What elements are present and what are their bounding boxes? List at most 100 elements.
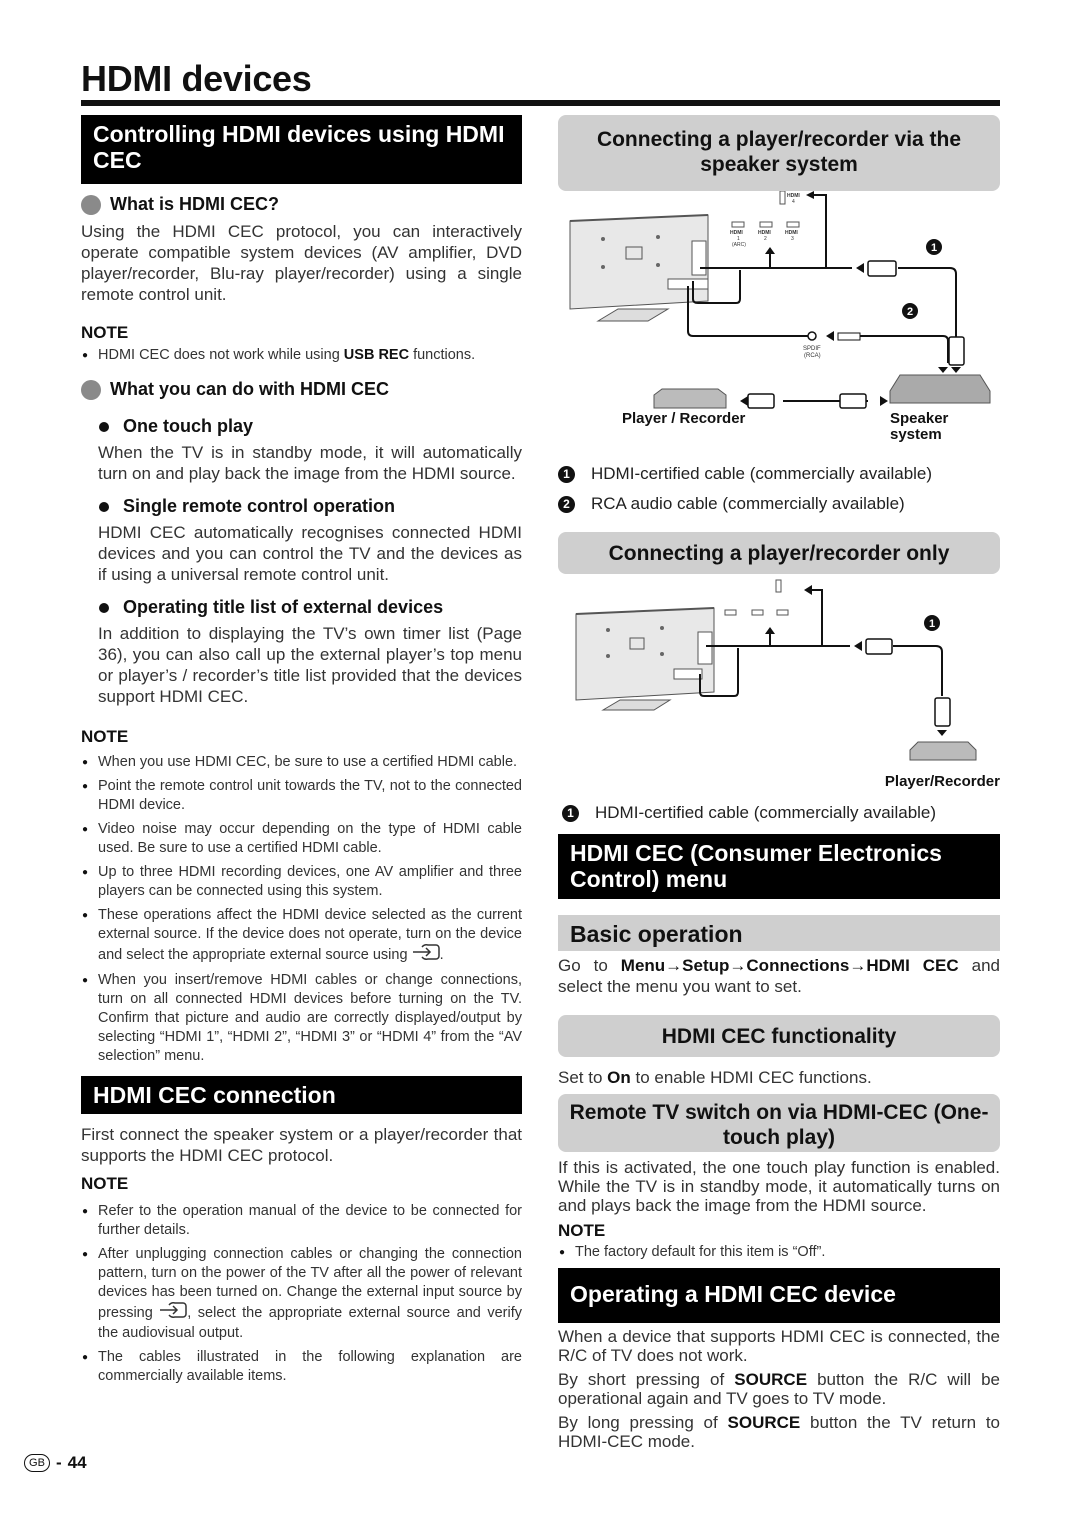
setting-value: On xyxy=(607,1068,631,1087)
callout-1-number: 1 xyxy=(931,242,937,254)
grey-dot-icon xyxy=(81,194,101,215)
note-item: Video noise may occur depending on the t… xyxy=(81,820,522,858)
feature-body: HDMI CEC automatically recognises connec… xyxy=(98,523,522,584)
speaker-diagram-svg: HDMI HDMI HDMI HDMI 1 2 3 4 (ARC) SPDIF … xyxy=(569,190,991,443)
subheading-what-is: What is HDMI CEC? xyxy=(81,194,522,215)
body-text: to enable HDMI CEC functions. xyxy=(630,1068,872,1087)
tv-back-illustration xyxy=(575,607,715,711)
page-number: 44 xyxy=(67,1453,87,1472)
note-item: When you insert/remove HDMI cables or ch… xyxy=(81,971,522,1066)
legend-number-badge: 1 xyxy=(558,465,575,483)
hdmi-ports: HDMI HDMI HDMI HDMI 1 2 3 4 (ARC) xyxy=(730,190,800,248)
hdmi-plug xyxy=(865,638,893,655)
note-block-3: NOTE Refer to the operation manual of th… xyxy=(81,1174,522,1386)
port-arc: (ARC) xyxy=(732,242,746,248)
speaker-legend: 1 HDMI-certified cable (commercially avai… xyxy=(558,464,1000,514)
menu-path: Menu→Setup→Connections→HDMI CEC xyxy=(620,956,959,975)
feature-one-touch: One touch play When the TV is in standby… xyxy=(81,416,522,484)
hdmi-plug xyxy=(747,393,775,409)
body-text: Set to xyxy=(558,1068,608,1087)
note-text: functions. xyxy=(409,347,476,363)
subheading-text: What you can do with HDMI CEC xyxy=(110,379,389,399)
source-button-ref: SOURCE xyxy=(727,1413,801,1432)
note-text: HDMI CEC does not work while using xyxy=(98,347,344,363)
remote-switch-body: If this is activated, the one touch play… xyxy=(558,1158,1000,1215)
player-only-diagram: 1 Player/Recorder xyxy=(558,574,1000,809)
title-rule xyxy=(81,100,1000,106)
legend-item: 1 HDMI-certified cable (commercially avai… xyxy=(558,464,1000,484)
bullet-icon xyxy=(99,421,109,432)
player-recorder-label: Player / Recorder xyxy=(622,410,746,427)
note-item: The factory default for this item is “Of… xyxy=(558,1243,1000,1262)
player-recorder-label: Player/Recorder xyxy=(885,773,1000,790)
note-block-2: NOTE When you use HDMI CEC, be sure to u… xyxy=(81,727,522,1066)
subheading-what-can: What you can do with HDMI CEC xyxy=(81,379,522,400)
input-source-icon xyxy=(159,1302,188,1324)
section-heading-cec-menu: HDMI CEC (Consumer Electronics Control) … xyxy=(558,834,1000,899)
functionality-body: Set to On to enable HDMI CEC functions. xyxy=(558,1067,1000,1088)
note-text: These operations affect the HDMI device … xyxy=(98,907,522,963)
note-block-remote: NOTE The factory default for this item i… xyxy=(558,1221,1000,1262)
player-diagram-svg: 1 Player/Recorder xyxy=(575,579,1000,790)
note-item: When you use HDMI CEC, be sure to use a … xyxy=(81,753,522,772)
page-title: HDMI devices xyxy=(81,58,312,99)
callout-1-number: 1 xyxy=(929,618,935,630)
note-text: . xyxy=(439,946,444,963)
legend-item: 2 RCA audio cable (commercially available… xyxy=(558,494,1000,514)
note-item: Point the remote control unit towards th… xyxy=(81,777,522,815)
feature-title: Single remote control operation xyxy=(123,496,396,516)
feature-single-remote: Single remote control operation HDMI CEC… xyxy=(81,496,522,585)
basic-operation-body: Go to Menu→Setup→Connections→HDMI CEC an… xyxy=(558,955,1000,997)
rca-label: (RCA) xyxy=(804,353,821,359)
subheading-text: What is HDMI CEC? xyxy=(110,194,279,214)
footer-separator: - xyxy=(56,1453,62,1472)
body-text: By long pressing of xyxy=(558,1413,728,1432)
note-item: After unplugging connection cables or ch… xyxy=(81,1245,522,1343)
source-button-ref: SOURCE xyxy=(734,1370,808,1389)
feature-title: One touch play xyxy=(123,416,254,436)
note-item: Up to three HDMI recording devices, one … xyxy=(81,863,522,901)
port-num: 3 xyxy=(791,236,794,242)
feature-body: In addition to displaying the TV’s own t… xyxy=(98,624,522,706)
bullet-icon xyxy=(99,501,109,512)
hdmi-plug xyxy=(948,336,965,366)
feature-title-list: Operating title list of external devices… xyxy=(81,597,522,707)
right-column: Connecting a player/recorder via the spe… xyxy=(558,115,1000,1451)
grey-dot-icon xyxy=(81,379,101,400)
cable-lines xyxy=(687,194,957,402)
operating-paragraph: When a device that supports HDMI CEC is … xyxy=(558,1327,1000,1365)
hdmi-plug xyxy=(839,393,867,409)
note-item: The cables illustrated in the following … xyxy=(81,1348,522,1386)
section-heading-speaker: Connecting a player/recorder via the spe… xyxy=(558,115,1000,191)
player-recorder-device xyxy=(909,741,977,761)
note-item: Refer to the operation manual of the dev… xyxy=(81,1202,522,1240)
arrows xyxy=(765,585,947,736)
callout-2-number: 2 xyxy=(907,306,913,318)
port-num: 2 xyxy=(764,236,767,242)
speaker-connection-diagram: HDMI HDMI HDMI HDMI 1 2 3 4 (ARC) SPDIF … xyxy=(558,190,1000,449)
subsection-heading-remote-switch: Remote TV switch on via HDMI-CEC (One-to… xyxy=(558,1094,1000,1152)
subsection-heading-functionality: HDMI CEC functionality xyxy=(558,1015,1000,1057)
note-item: HDMI CEC does not work while using USB R… xyxy=(81,346,522,365)
speaker-system-device xyxy=(889,374,991,404)
operating-paragraph: By long pressing of SOURCE button the TV… xyxy=(558,1413,1000,1451)
feature-title: Operating title list of external devices xyxy=(123,597,444,617)
note-bold: USB REC xyxy=(343,347,410,363)
section-heading-player-only: Connecting a player/recorder only xyxy=(558,532,1000,574)
note-block-1: NOTE HDMI CEC does not work while using … xyxy=(81,323,522,365)
input-source-icon xyxy=(412,944,440,966)
legend-number-badge: 2 xyxy=(558,495,575,513)
arrows xyxy=(740,191,961,406)
section-heading-connection: HDMI CEC connection xyxy=(81,1076,522,1114)
spdif-label: SPDIF xyxy=(803,346,821,352)
hdmi-plug xyxy=(867,260,897,277)
legend-text: HDMI-certified cable (commercially avail… xyxy=(591,464,933,483)
connection-body: First connect the speaker system or a pl… xyxy=(81,1125,522,1165)
note-label: NOTE xyxy=(81,1174,129,1193)
note-label: NOTE xyxy=(81,323,129,342)
page-footer: GB - 44 xyxy=(24,1453,87,1473)
player-recorder-device xyxy=(653,388,727,409)
body-text: By short pressing of xyxy=(558,1370,735,1389)
subsection-heading-basic: Basic operation xyxy=(558,915,1000,951)
spdif-jack xyxy=(807,331,817,341)
